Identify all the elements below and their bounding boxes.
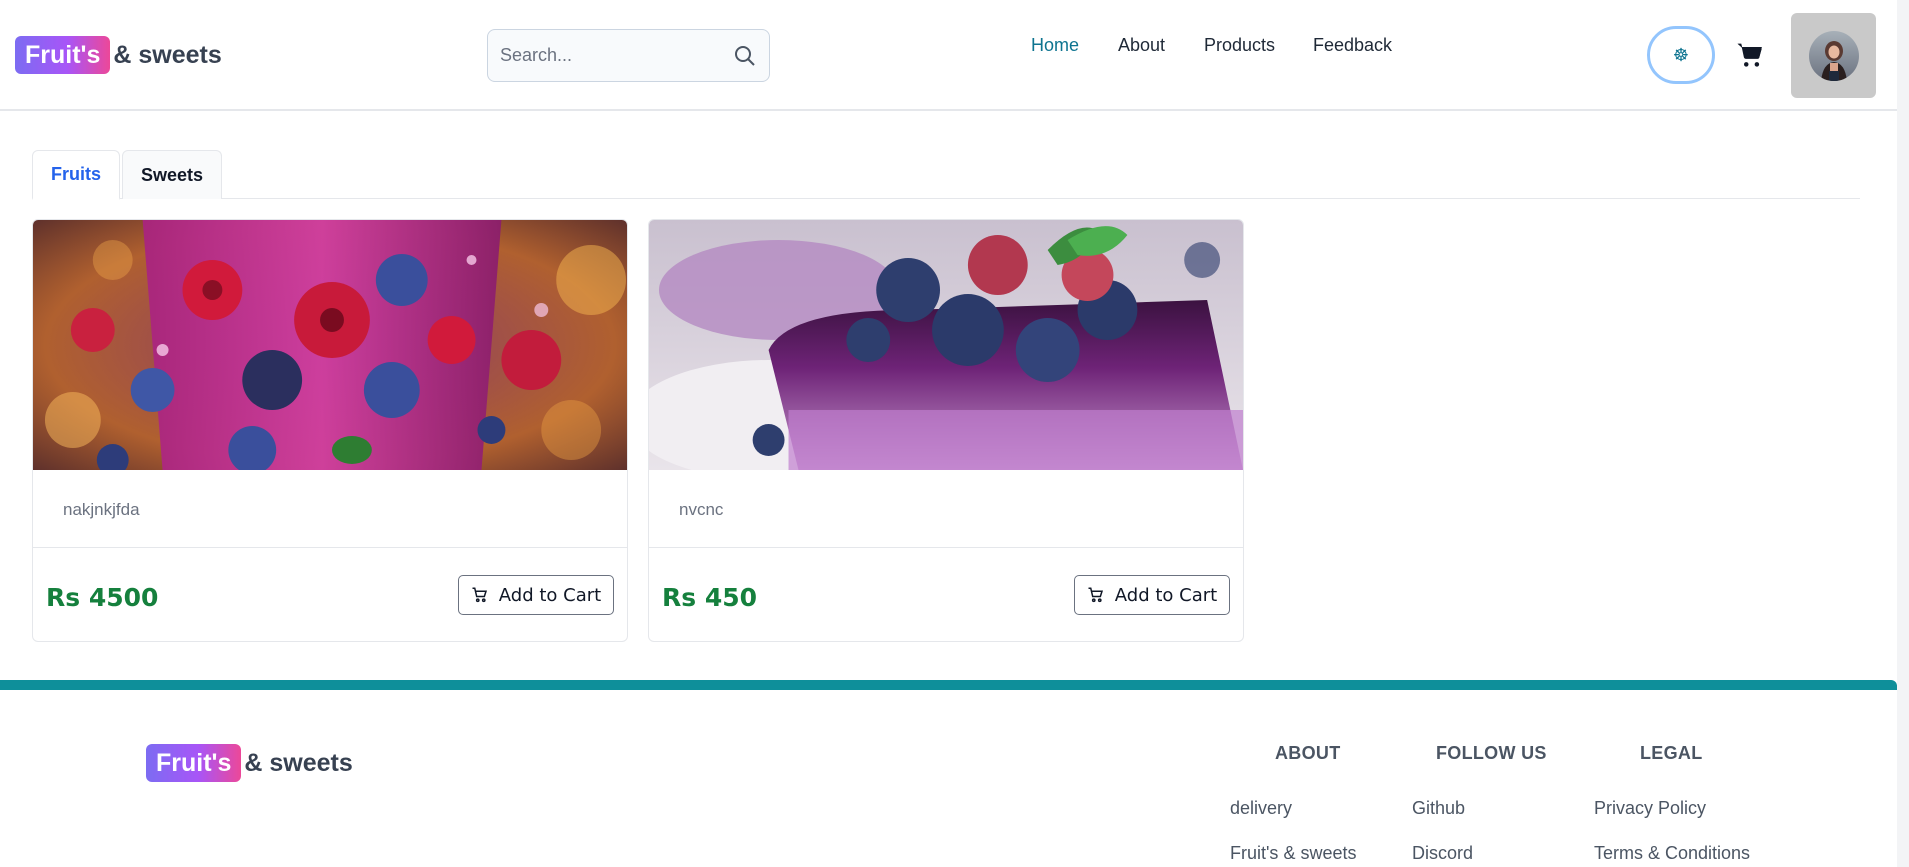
card-divider xyxy=(33,547,627,548)
brand-logo[interactable]: Fruit's & sweets xyxy=(15,36,222,74)
cart-icon xyxy=(472,587,487,603)
product-description: nvcnc xyxy=(679,500,724,519)
brand-logo-text: & sweets xyxy=(113,40,222,69)
footer-heading-about: ABOUT xyxy=(1275,743,1341,763)
add-to-cart-button[interactable]: Add to Cart xyxy=(1074,575,1230,615)
page-scrollbar[interactable] xyxy=(1897,0,1909,867)
footer-accent-bar xyxy=(0,680,1897,690)
theme-icon: ☸ xyxy=(1672,44,1690,65)
nav-products[interactable]: Products xyxy=(1204,35,1275,56)
footer-logo-pill: Fruit's xyxy=(146,744,242,782)
cart-icon xyxy=(1088,587,1103,603)
search-input[interactable] xyxy=(500,45,733,66)
tab-fruits-label: Fruits xyxy=(50,164,101,184)
profile-button[interactable] xyxy=(1791,13,1876,98)
footer-logo-text: & sweets xyxy=(244,748,353,777)
footer-link-github[interactable]: Github xyxy=(1412,798,1465,819)
avatar xyxy=(1808,30,1859,81)
nav-about[interactable]: About xyxy=(1118,35,1165,56)
footer-heading-follow: FOLLOW US xyxy=(1436,743,1547,763)
footer-link-privacy[interactable]: Privacy Policy xyxy=(1594,798,1706,819)
footer-link-discord[interactable]: Discord xyxy=(1412,843,1473,864)
nav-home[interactable]: Home xyxy=(1031,35,1079,56)
product-image[interactable] xyxy=(649,220,1243,470)
add-to-cart-label: Add to Cart xyxy=(1114,584,1218,606)
add-to-cart-button[interactable]: Add to Cart xyxy=(458,575,614,615)
search-icon[interactable] xyxy=(733,44,757,68)
product-price: Rs 450 xyxy=(662,583,758,612)
footer-link-terms[interactable]: Terms & Conditions xyxy=(1594,843,1750,864)
nav-feedback[interactable]: Feedback xyxy=(1313,35,1392,56)
brand-logo-pill: Fruit's xyxy=(15,36,111,74)
product-price: Rs 4500 xyxy=(46,583,159,612)
product-card: nvcnc Rs 450 Add to Cart xyxy=(648,219,1244,642)
tab-sweets-label: Sweets xyxy=(140,164,204,185)
product-description: nakjnkjfda xyxy=(63,500,140,519)
product-card: nakjnkjfda Rs 4500 Add to Cart xyxy=(32,219,628,642)
add-to-cart-label: Add to Cart xyxy=(498,584,602,606)
footer-link-brand[interactable]: Fruit's & sweets xyxy=(1230,843,1356,864)
cart-icon[interactable] xyxy=(1735,40,1765,70)
site-header: Fruit's & sweets Home About Products Fee… xyxy=(0,0,1909,111)
card-divider xyxy=(649,547,1243,548)
footer-heading-legal: LEGAL xyxy=(1640,743,1703,763)
theme-toggle-button[interactable]: ☸ xyxy=(1647,26,1715,84)
category-tabs: Fruits Sweets xyxy=(32,150,1860,200)
footer-link-delivery[interactable]: delivery xyxy=(1230,798,1292,819)
footer-brand-logo[interactable]: Fruit's & sweets xyxy=(146,744,353,782)
tab-sweets[interactable]: Sweets xyxy=(122,150,222,199)
search-box xyxy=(487,29,770,82)
product-image[interactable] xyxy=(33,220,627,470)
tab-fruits[interactable]: Fruits xyxy=(32,150,120,200)
